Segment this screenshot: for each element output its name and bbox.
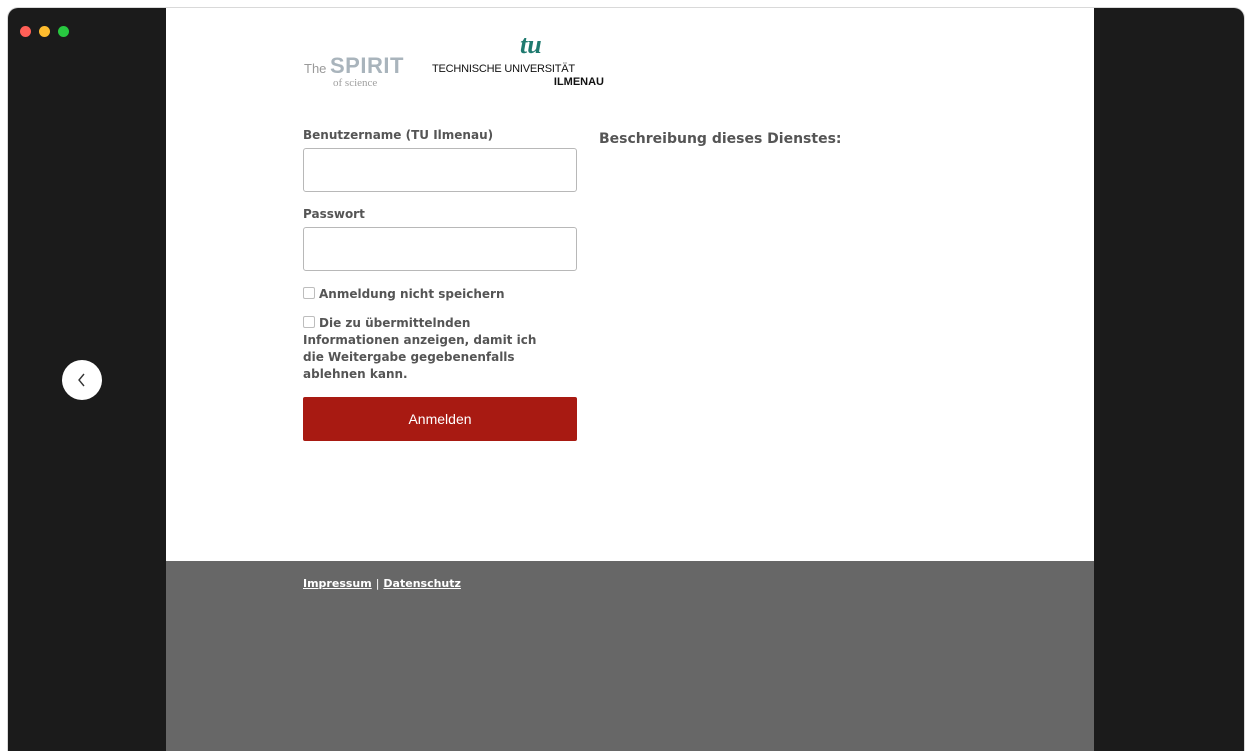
show-info-label: Die zu übermittelnden Informationen anze…: [303, 316, 537, 381]
service-description-title: Beschreibung dieses Dienstes:: [599, 131, 842, 147]
login-page: The SPIRIT of science tu TECHNISCHE UNIV…: [166, 8, 1094, 751]
tu-logo-mark: tu: [520, 30, 542, 59]
show-info-option: Die zu übermittelnden Informationen anze…: [303, 315, 553, 383]
dont-save-option: Anmeldung nicht speichern: [303, 286, 583, 303]
username-label: Benutzername (TU Ilmenau): [303, 128, 494, 142]
footer-links: Impressum | Datenschutz: [303, 577, 461, 590]
dont-save-checkbox[interactable]: [303, 287, 315, 299]
datenschutz-link[interactable]: Datenschutz: [383, 577, 461, 590]
password-label: Passwort: [303, 207, 365, 221]
show-info-checkbox[interactable]: [303, 316, 315, 328]
footer: Impressum | Datenschutz: [166, 561, 1094, 751]
close-window-button[interactable]: [20, 26, 31, 37]
password-input[interactable]: [303, 227, 577, 271]
tu-ilmenau-logo: tu TECHNISCHE UNIVERSITÄT ILMENAU: [432, 30, 604, 88]
minimize-window-button[interactable]: [39, 26, 50, 37]
browser-window: The SPIRIT of science tu TECHNISCHE UNIV…: [8, 8, 1244, 751]
login-button[interactable]: Anmelden: [303, 397, 577, 441]
login-form: Benutzername (TU Ilmenau) Passwort Anmel…: [303, 128, 583, 441]
spirit-of-science-logo: The SPIRIT of science: [304, 53, 404, 89]
chevron-left-icon: [78, 373, 85, 387]
window-controls: [20, 26, 69, 37]
impressum-link[interactable]: Impressum: [303, 577, 372, 590]
back-button[interactable]: [62, 360, 102, 400]
username-input[interactable]: [303, 148, 577, 192]
dont-save-label: Anmeldung nicht speichern: [319, 287, 505, 301]
zoom-window-button[interactable]: [58, 26, 69, 37]
footer-separator: |: [375, 577, 380, 590]
